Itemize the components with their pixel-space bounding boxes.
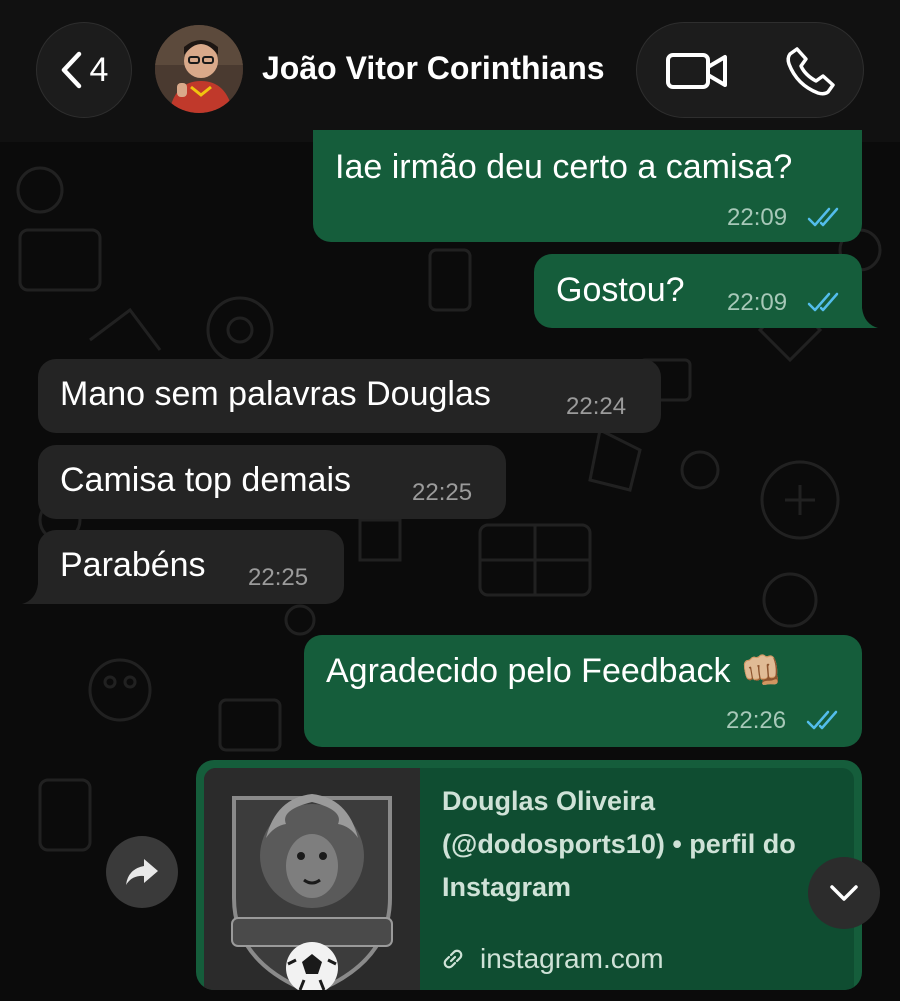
chevron-left-icon bbox=[61, 51, 81, 89]
forward-button[interactable] bbox=[106, 836, 178, 908]
link-preview-message[interactable]: Douglas Oliveira (@dodosports10) • perfi… bbox=[196, 760, 862, 990]
message-time: 22:25 bbox=[412, 479, 473, 506]
message-text: Agradecido pelo Feedback 👊🏼 bbox=[326, 652, 783, 690]
double-check-icon bbox=[807, 207, 839, 227]
link-icon bbox=[443, 949, 463, 969]
message-time: 22:26 bbox=[726, 707, 787, 734]
outgoing-message[interactable]: Gostou? 22:09 bbox=[534, 254, 862, 328]
message-time: 22:24 bbox=[566, 393, 627, 420]
avatar[interactable] bbox=[155, 25, 243, 113]
bubble-tail bbox=[22, 584, 44, 604]
lion-crest-logo bbox=[204, 768, 420, 990]
video-camera-icon[interactable] bbox=[665, 45, 729, 97]
outgoing-message[interactable]: Iae irmão deu certo a camisa? 22:09 bbox=[313, 130, 862, 242]
bubble-tail bbox=[856, 308, 878, 328]
back-button[interactable]: 4 bbox=[36, 22, 132, 118]
link-domain-row: instagram.com bbox=[442, 943, 664, 975]
message-text: Gostou? bbox=[556, 271, 685, 309]
incoming-message[interactable]: Parabéns 22:25 bbox=[38, 530, 344, 604]
phone-icon[interactable] bbox=[785, 45, 837, 97]
link-preview-card[interactable]: Douglas Oliveira (@dodosports10) • perfi… bbox=[204, 768, 854, 990]
chevron-down-icon bbox=[830, 885, 858, 901]
message-time: 22:09 bbox=[727, 289, 788, 316]
message-text: Parabéns bbox=[60, 546, 206, 584]
contact-name[interactable]: João Vitor Corinthians bbox=[262, 50, 605, 87]
avatar-image bbox=[155, 25, 243, 113]
double-check-icon bbox=[806, 710, 838, 730]
forward-arrow-icon bbox=[126, 859, 158, 885]
incoming-message[interactable]: Camisa top demais 22:25 bbox=[38, 445, 506, 519]
message-time: 22:09 bbox=[727, 204, 788, 231]
unread-count: 4 bbox=[89, 50, 109, 89]
call-controls bbox=[636, 22, 864, 118]
link-title: Douglas Oliveira (@dodosports10) • perfi… bbox=[442, 786, 796, 902]
incoming-message[interactable]: Mano sem palavras Douglas 22:24 bbox=[38, 359, 661, 433]
message-text: Mano sem palavras Douglas bbox=[60, 375, 491, 413]
link-domain: instagram.com bbox=[480, 943, 664, 974]
message-time: 22:25 bbox=[248, 564, 309, 591]
message-text: Iae irmão deu certo a camisa? bbox=[335, 148, 793, 186]
chat-header: 4 João Vitor Corinthians bbox=[0, 0, 900, 142]
message-text: Camisa top demais bbox=[60, 461, 352, 499]
double-check-icon bbox=[807, 292, 839, 312]
link-thumbnail bbox=[204, 768, 420, 990]
scroll-to-bottom-button[interactable] bbox=[808, 857, 880, 929]
outgoing-message[interactable]: Agradecido pelo Feedback 👊🏼 22:26 bbox=[304, 635, 862, 747]
